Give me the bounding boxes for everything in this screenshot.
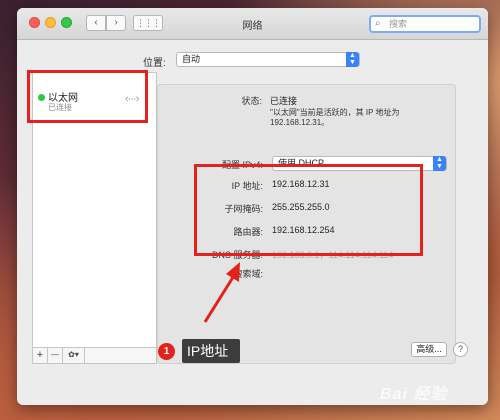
- arrow-shaft: [203, 273, 237, 323]
- callout-label: IP地址: [182, 339, 240, 363]
- watermark-text: Bai 经验: [380, 386, 448, 403]
- callout-number-badge: 1: [158, 343, 175, 360]
- annotation-arrow: [203, 262, 240, 323]
- watermark-logo: Bai 经验: [380, 372, 498, 416]
